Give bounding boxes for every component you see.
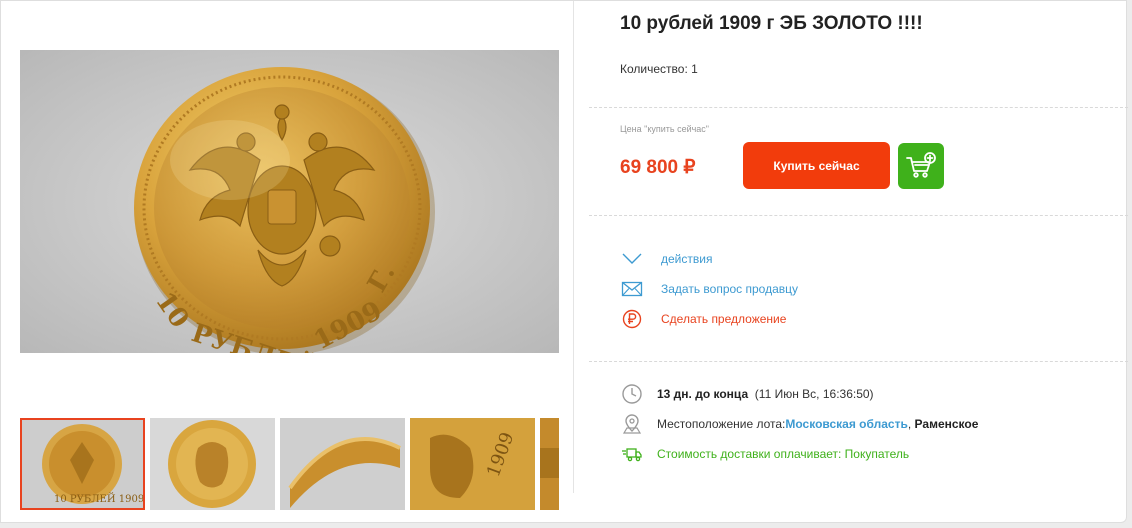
- thumbnail-strip: 10 РУБЛЕЙ 1909 1909: [20, 418, 559, 510]
- price-label: Цена "купить сейчас": [620, 124, 710, 134]
- make-offer-label: Сделать предложение: [661, 312, 787, 326]
- thumbnail-4[interactable]: 1909: [410, 418, 535, 510]
- coin-reverse-image: 10 РУБЛЕЙ 1909 Г.: [20, 50, 559, 353]
- end-date: (11 Июн Вс, 16:36:50): [754, 387, 874, 401]
- buy-now-button[interactable]: Купить сейчас: [743, 142, 890, 189]
- main-photo[interactable]: 10 РУБЛЕЙ 1909 Г.: [20, 50, 559, 353]
- thumbnail-2[interactable]: [150, 418, 275, 510]
- location-city: Раменское: [914, 417, 979, 431]
- divider: [589, 107, 1128, 108]
- thumbnail-3[interactable]: [280, 418, 405, 510]
- ask-seller-label: Задать вопрос продавцу: [661, 282, 799, 296]
- thumbnail-1[interactable]: 10 РУБЛЕЙ 1909: [20, 418, 145, 510]
- clock-icon: [622, 384, 642, 404]
- envelope-icon: [621, 281, 643, 297]
- divider: [589, 215, 1128, 216]
- add-to-cart-button[interactable]: [898, 143, 944, 189]
- delivery-info: Стоимость доставки оплачивает: Покупател…: [657, 447, 910, 461]
- quantity-label: Количество: 1: [620, 62, 698, 76]
- location-region-link[interactable]: Московская область: [785, 417, 907, 431]
- delivery-truck-icon: [622, 448, 642, 462]
- chevron-down-icon: [622, 253, 642, 264]
- cart-plus-icon: [906, 152, 936, 178]
- thumbnail-5[interactable]: [540, 418, 559, 510]
- currency-symbol: ₽: [683, 157, 696, 178]
- time-left: 13 дн. до конца: [657, 387, 749, 401]
- lot-card: 10 РУБЛЕЙ 1909 Г. 10 РУБЛЕЙ 1909: [0, 0, 1128, 523]
- divider: [589, 361, 1128, 362]
- location-pin-icon: [622, 414, 642, 434]
- lot-title: 10 рублей 1909 г ЭБ ЗОЛОТО !!!!: [620, 13, 923, 34]
- column-divider: [573, 1, 574, 493]
- location-label: Местоположение лота:: [657, 417, 786, 431]
- svg-text:10 РУБЛЕЙ 1909: 10 РУБЛЕЙ 1909: [54, 493, 143, 505]
- actions-label: действия: [661, 252, 713, 266]
- price-value: 69 800 ₽: [620, 157, 696, 178]
- ruble-circle-icon: [622, 309, 642, 329]
